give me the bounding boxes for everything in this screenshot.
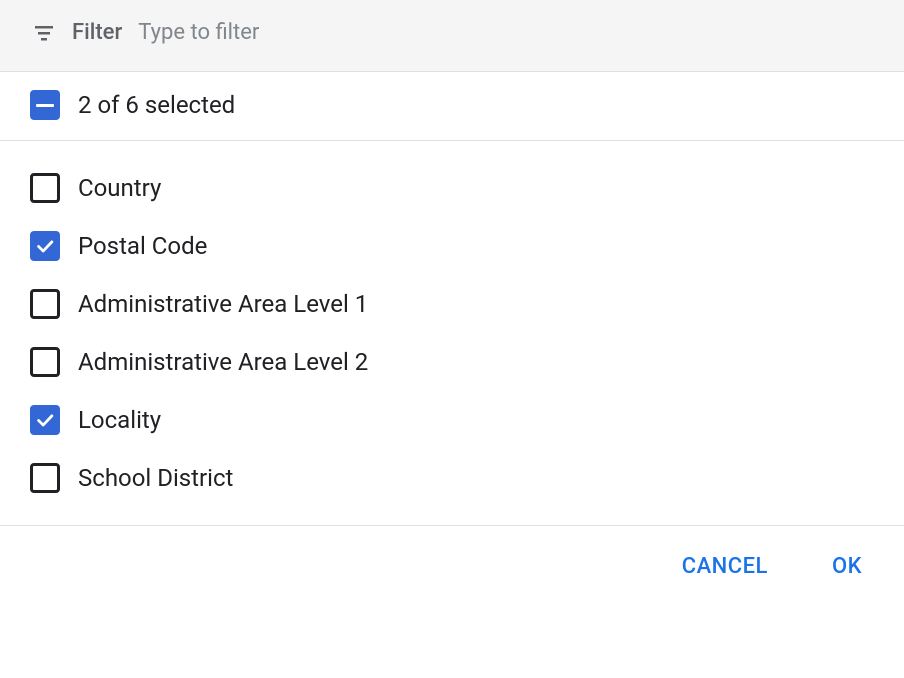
- checkbox-unchecked[interactable]: [30, 463, 60, 493]
- option-row[interactable]: Country: [0, 159, 904, 217]
- option-row[interactable]: School District: [0, 449, 904, 507]
- checkbox-unchecked[interactable]: [30, 347, 60, 377]
- option-label: Country: [78, 174, 161, 202]
- checkbox-checked[interactable]: [30, 405, 60, 435]
- option-label: Postal Code: [78, 232, 207, 260]
- filter-input[interactable]: [138, 20, 874, 45]
- filter-bar: Filter: [0, 0, 904, 72]
- checkbox-unchecked[interactable]: [30, 173, 60, 203]
- option-label: School District: [78, 464, 233, 492]
- selection-summary: 2 of 6 selected: [78, 91, 235, 119]
- option-label: Administrative Area Level 2: [78, 348, 368, 376]
- checkbox-checked[interactable]: [30, 231, 60, 261]
- option-row[interactable]: Locality: [0, 391, 904, 449]
- option-label: Administrative Area Level 1: [78, 290, 368, 318]
- option-row[interactable]: Administrative Area Level 2: [0, 333, 904, 391]
- option-row[interactable]: Administrative Area Level 1: [0, 275, 904, 333]
- option-label: Locality: [78, 406, 161, 434]
- filter-icon: [32, 21, 56, 45]
- filter-label: Filter: [72, 20, 122, 45]
- cancel-button[interactable]: CANCEL: [670, 546, 780, 587]
- select-all-checkbox[interactable]: [30, 90, 60, 120]
- checkbox-unchecked[interactable]: [30, 289, 60, 319]
- option-row[interactable]: Postal Code: [0, 217, 904, 275]
- indeterminate-icon: [36, 104, 54, 107]
- options-list: Country Postal Code Administrative Area Le…: [0, 141, 904, 525]
- checkmark-icon: [34, 235, 56, 257]
- ok-button[interactable]: OK: [820, 546, 874, 587]
- summary-row: 2 of 6 selected: [0, 72, 904, 141]
- actions-bar: CANCEL OK: [0, 525, 904, 607]
- checkmark-icon: [34, 409, 56, 431]
